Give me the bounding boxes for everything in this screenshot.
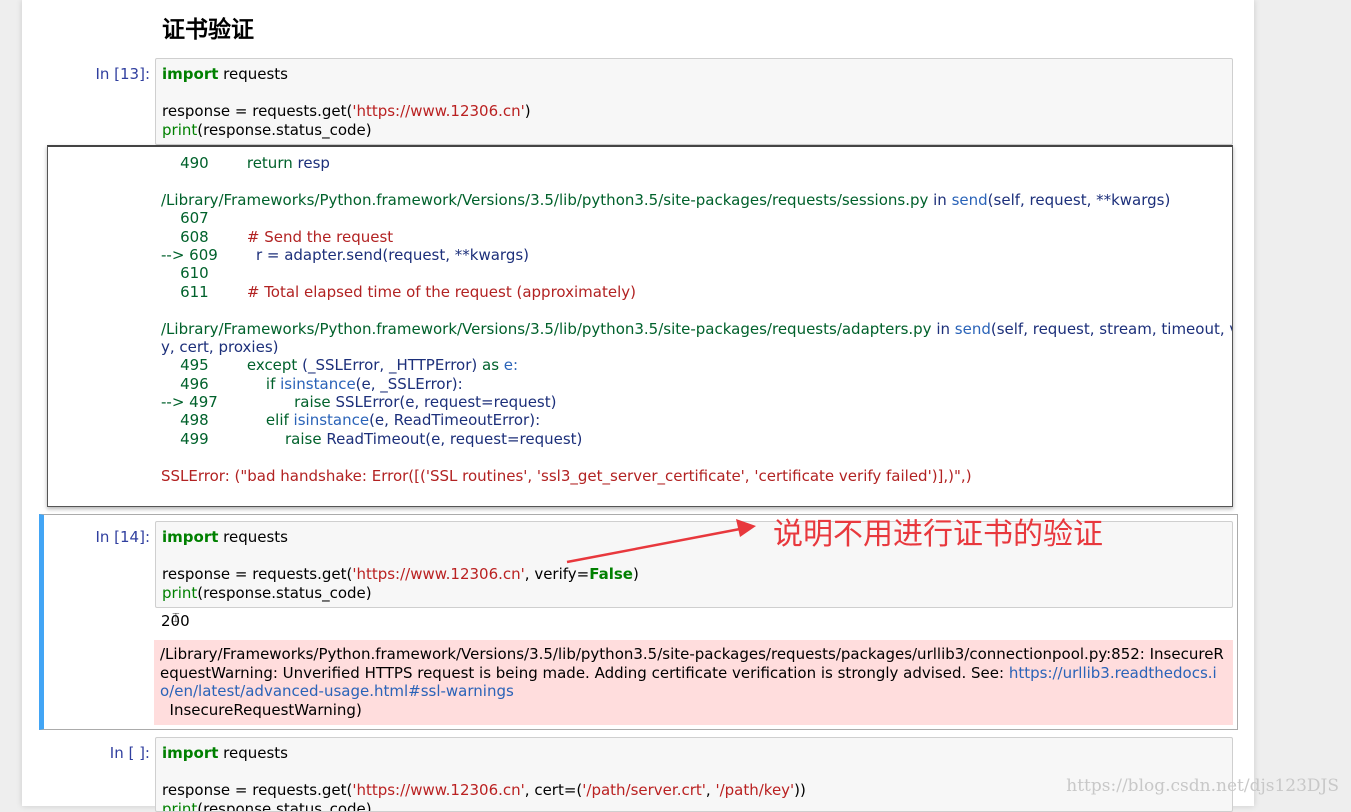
traceback-line: 611 # Total elapsed time of the request … [48, 283, 1222, 301]
text-cursor-icon: ⌶ [172, 610, 180, 626]
annotation-note: 说明不用进行证书的验证 [773, 509, 1103, 553]
traceback-line: 496 if isinstance(e, _SSLError): [48, 375, 1222, 393]
code-line [162, 84, 1226, 103]
traceback-line [48, 172, 1222, 190]
traceback-line: 607 [48, 209, 1222, 227]
traceback-line: 610 [48, 264, 1222, 282]
traceback-line: 499 raise ReadTimeout(e, request=request… [48, 430, 1222, 448]
code-line: print(response.status_code) [162, 584, 1226, 603]
traceback-line: 495 except (_SSLError, _HTTPError) as e: [48, 356, 1222, 374]
cell-13-code-input[interactable]: import requests response = requests.get(… [155, 58, 1233, 145]
section-heading: 证书验证 [162, 10, 254, 44]
code-line: response = requests.get('https://www.123… [162, 565, 1226, 584]
traceback-line: SSLError: ("bad handshake: Error([('SSL … [48, 467, 1222, 485]
notebook-page: 证书验证 In [13]: import requests response =… [22, 0, 1254, 806]
watermark: https://blog.csdn.net/djs123DJS [1066, 776, 1339, 796]
traceback-line: 490 return resp [48, 154, 1222, 172]
traceback-output: 490 return resp /Library/Frameworks/Pyth… [47, 145, 1233, 507]
cell-14-prompt: In [14]: [70, 528, 150, 546]
traceback-line [48, 301, 1222, 319]
cell-empty-prompt: In [ ]: [70, 744, 150, 762]
code-line: response = requests.get('https://www.123… [162, 102, 1226, 121]
code-line: import requests [162, 744, 1226, 763]
traceback-line: --> 609 r = adapter.send(request, **kwar… [48, 246, 1222, 264]
traceback-line: y, cert, proxies) [48, 338, 1222, 356]
code-line: print(response.status_code) [162, 121, 1226, 140]
traceback-line: --> 497 raise SSLError(e, request=reques… [48, 393, 1222, 411]
traceback-line: /Library/Frameworks/Python.framework/Ver… [48, 320, 1222, 338]
cell-14-stderr-warning: /Library/Frameworks/Python.framework/Ver… [154, 640, 1233, 725]
traceback-line: 498 elif isinstance(e, ReadTimeoutError)… [48, 411, 1222, 429]
stderr-tail: InsecureRequestWarning) [160, 701, 362, 719]
cell-empty-code-input[interactable]: import requests response = requests.get(… [155, 737, 1233, 812]
traceback-line [48, 448, 1222, 466]
traceback-line: 608 # Send the request [48, 228, 1222, 246]
cell-13-prompt: In [13]: [70, 65, 150, 83]
traceback-line: /Library/Frameworks/Python.framework/Ver… [48, 191, 1222, 209]
code-line: import requests [162, 65, 1226, 84]
